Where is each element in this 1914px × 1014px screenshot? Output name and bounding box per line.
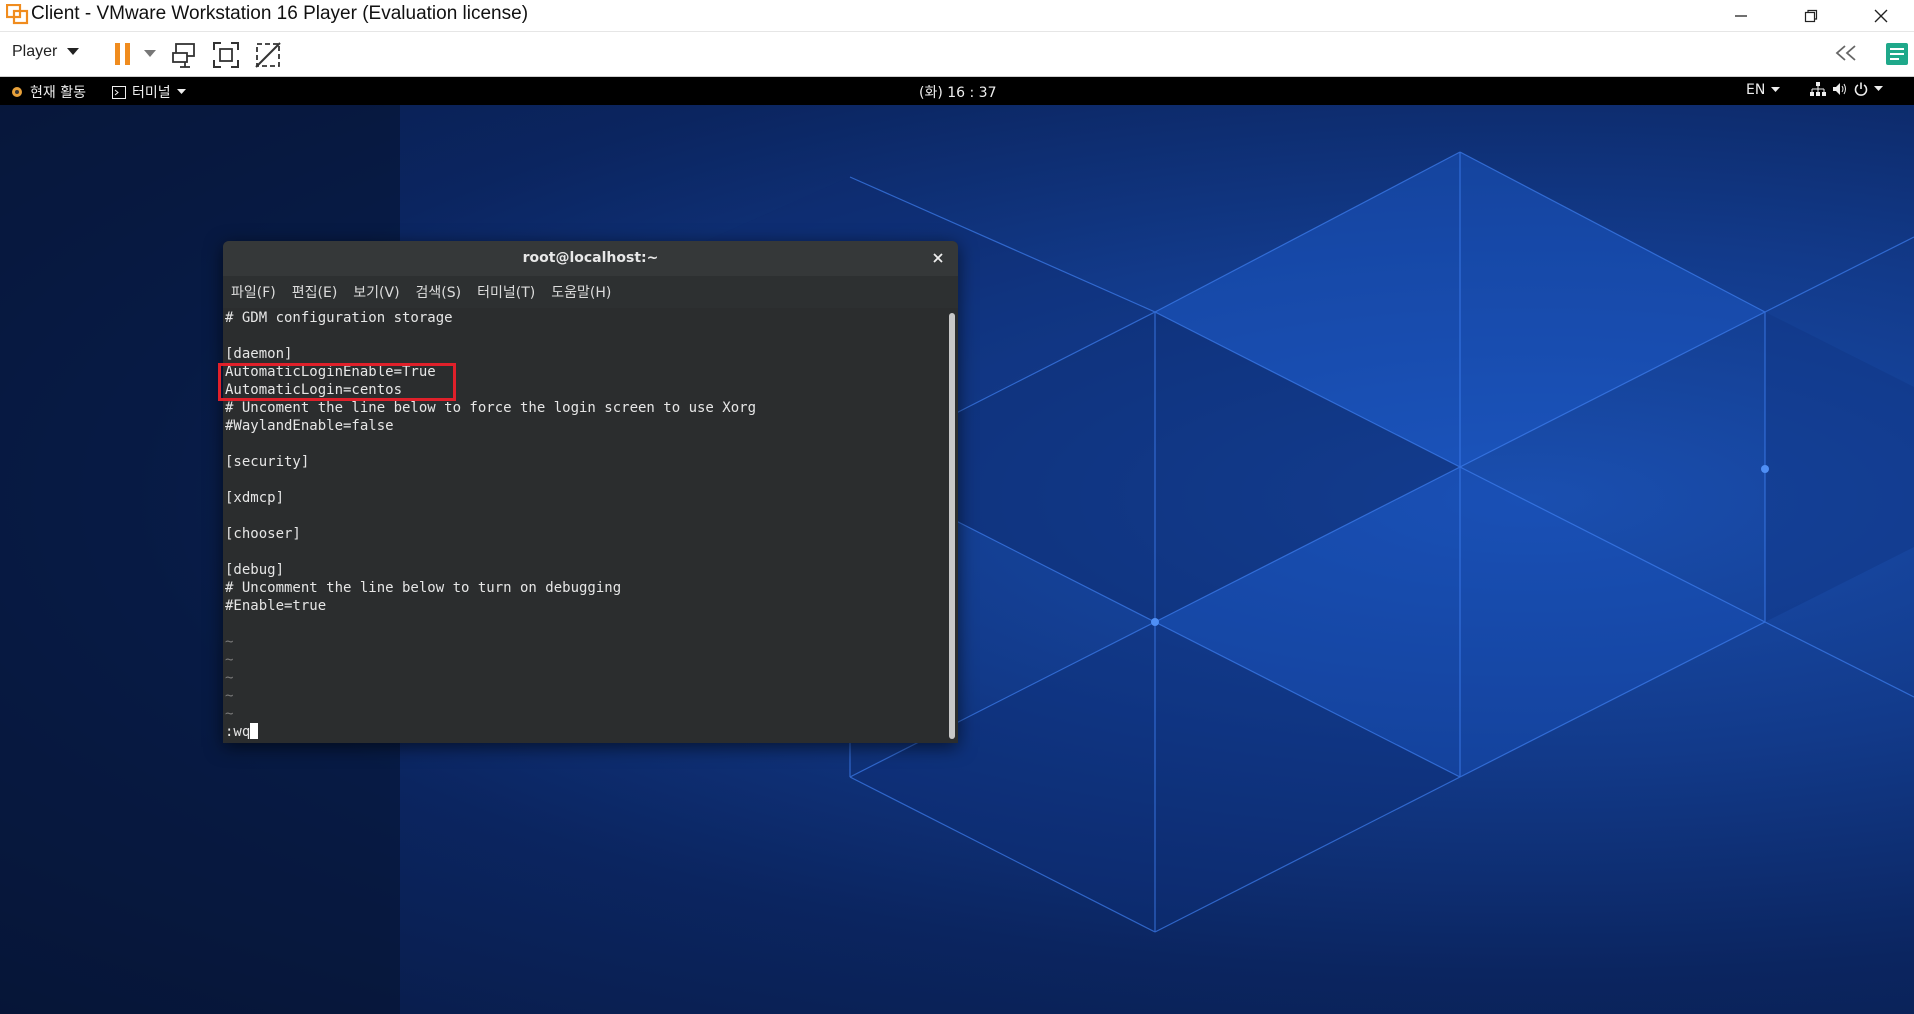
terminal-title: root@localhost:~ bbox=[522, 250, 659, 266]
terminal-line: # Uncomment the line below to turn on de… bbox=[225, 580, 622, 596]
window-titlebar: Client - VMware Workstation 16 Player (E… bbox=[0, 0, 1914, 31]
player-menu-label: Player bbox=[12, 43, 58, 60]
minimize-icon bbox=[1735, 14, 1747, 17]
chevron-down-icon bbox=[1771, 87, 1781, 92]
command-text: :wq bbox=[225, 724, 251, 740]
clock[interactable]: (화) 16 : 37 bbox=[919, 82, 997, 102]
terminal-scrollbar[interactable] bbox=[949, 313, 955, 739]
terminal-line: [chooser] bbox=[225, 526, 301, 542]
restore-button[interactable] bbox=[1776, 0, 1846, 31]
empty-line-tilde: ~ bbox=[225, 688, 234, 704]
network-icon bbox=[1810, 82, 1826, 96]
command-line[interactable]: :wq bbox=[225, 723, 259, 741]
terminal-line: [xdmcp] bbox=[225, 490, 285, 506]
terminal-titlebar[interactable]: root@localhost:~ bbox=[223, 241, 958, 277]
terminal-line: #WaylandEnable=false bbox=[225, 418, 394, 434]
chevron-down-icon bbox=[67, 48, 80, 55]
empty-line-tilde: ~ bbox=[225, 634, 234, 650]
notes-icon[interactable] bbox=[1884, 41, 1910, 67]
unity-icon[interactable] bbox=[254, 41, 282, 69]
close-icon bbox=[1874, 9, 1888, 22]
chevron-down-icon bbox=[1874, 86, 1883, 91]
highlight-annotation-box bbox=[218, 363, 456, 401]
language-selector[interactable]: EN bbox=[1746, 82, 1781, 98]
chevron-down-icon bbox=[176, 89, 186, 94]
menu-view[interactable]: 보기(V) bbox=[353, 282, 399, 302]
vmware-toolbar: Player bbox=[0, 31, 1914, 77]
terminal-line: [daemon] bbox=[225, 346, 293, 362]
close-button[interactable] bbox=[1846, 0, 1914, 31]
pause-icon[interactable] bbox=[112, 41, 134, 67]
text-cursor bbox=[250, 723, 259, 739]
collapse-left-icon[interactable] bbox=[1834, 44, 1858, 62]
power-icon bbox=[1854, 82, 1868, 96]
empty-line-tilde: ~ bbox=[225, 652, 234, 668]
volume-icon bbox=[1833, 83, 1846, 95]
terminal-line: [debug] bbox=[225, 562, 285, 578]
send-ctrl-alt-del-icon[interactable] bbox=[172, 41, 200, 69]
player-menu-button[interactable]: Player bbox=[12, 43, 80, 61]
terminal-line: # Uncoment the line below to force the l… bbox=[225, 400, 757, 416]
menu-edit[interactable]: 편집(E) bbox=[292, 282, 338, 302]
menu-file[interactable]: 파일(F) bbox=[231, 282, 276, 302]
restore-icon bbox=[1804, 9, 1818, 22]
activities-button[interactable]: 현재 활동 bbox=[10, 82, 86, 102]
pause-dropdown-icon[interactable] bbox=[144, 50, 156, 58]
menu-help[interactable]: 도움말(H) bbox=[551, 282, 611, 302]
terminal-close-button[interactable] bbox=[928, 248, 948, 268]
gnome-top-bar: 현재 활동 터미널 (화) 16 : 37 EN bbox=[0, 77, 1914, 105]
vmware-app-icon bbox=[6, 4, 29, 25]
empty-line-tilde: ~ bbox=[225, 670, 234, 686]
language-label: EN bbox=[1746, 82, 1766, 98]
system-status-menu[interactable] bbox=[1810, 82, 1883, 96]
empty-line-tilde: ~ bbox=[225, 706, 234, 722]
terminal-line: # GDM configuration storage bbox=[225, 310, 453, 326]
clock-text: (화) 16 : 37 bbox=[919, 85, 997, 101]
terminal-menubar: 파일(F) 편집(E) 보기(V) 검색(S) 터미널(T) 도움말(H) bbox=[223, 276, 958, 308]
window-title: Client - VMware Workstation 16 Player (E… bbox=[31, 3, 529, 24]
menu-terminal[interactable]: 터미널(T) bbox=[477, 282, 535, 302]
terminal-line: [security] bbox=[225, 454, 310, 470]
minimize-button[interactable] bbox=[1706, 0, 1776, 31]
app-menu-label: 터미널 bbox=[132, 85, 171, 101]
app-menu-terminal[interactable]: 터미널 bbox=[112, 82, 186, 102]
terminal-window: root@localhost:~ 파일(F) 편집(E) 보기(V) 검색(S)… bbox=[223, 241, 958, 743]
terminal-line: #Enable=true bbox=[225, 598, 327, 614]
activities-icon bbox=[12, 87, 22, 97]
activities-label: 현재 활동 bbox=[30, 85, 86, 101]
menu-search[interactable]: 검색(S) bbox=[416, 282, 462, 302]
close-icon bbox=[933, 253, 943, 263]
terminal-app-icon bbox=[112, 85, 126, 99]
fullscreen-icon[interactable] bbox=[212, 41, 240, 69]
